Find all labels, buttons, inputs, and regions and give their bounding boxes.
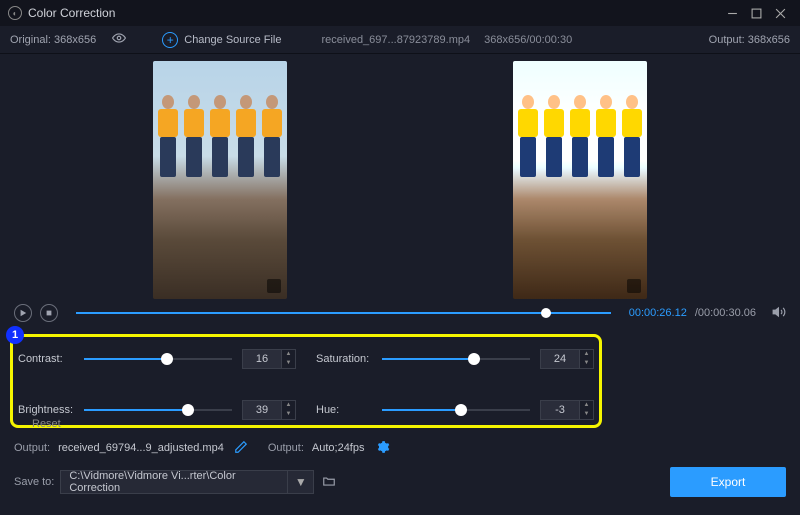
minimize-button[interactable] [720, 1, 744, 25]
preview-area [0, 54, 800, 300]
open-folder-icon[interactable] [322, 474, 336, 491]
app-logo-icon: ◐ [8, 6, 22, 20]
output-settings-value: Auto;24fps [312, 442, 365, 454]
maximize-button[interactable] [744, 1, 768, 25]
original-video-preview [153, 61, 287, 299]
hue-label: Hue: [316, 404, 382, 416]
save-to-label: Save to: [14, 476, 54, 488]
brightness-slider[interactable] [84, 409, 232, 411]
output-settings-label: Output: [268, 442, 304, 454]
hue-row: Hue: -3 ▲▼ [316, 391, 594, 428]
volume-icon[interactable] [772, 305, 786, 322]
output-file-label: Output: [14, 442, 50, 454]
title-bar: ◐ Color Correction [0, 0, 800, 26]
play-button[interactable] [14, 304, 32, 322]
hue-value[interactable]: -3 [540, 400, 580, 420]
saturation-slider[interactable] [382, 358, 530, 360]
saturation-value[interactable]: 24 [540, 349, 580, 369]
compare-toggle-icon[interactable] [112, 31, 126, 48]
step-badge: 1 [6, 326, 24, 344]
brightness-stepper[interactable]: ▲▼ [282, 400, 296, 420]
output-file-row: Output: received_69794...9_adjusted.mp4 … [0, 434, 800, 462]
contrast-label: Contrast: [18, 353, 84, 365]
brightness-label: Brightness: [18, 404, 84, 416]
saturation-label: Saturation: [316, 353, 382, 365]
info-bar: Original: 368x656 + Change Source File r… [0, 26, 800, 54]
contrast-slider[interactable] [84, 358, 232, 360]
settings-gear-icon[interactable] [376, 440, 390, 457]
contrast-stepper[interactable]: ▲▼ [282, 349, 296, 369]
output-filename: received_69794...9_adjusted.mp4 [58, 442, 224, 454]
color-correction-panel: 1 Contrast: 16 ▲▼ Saturation: 24 ▲▼ Brig… [10, 330, 790, 428]
timeline-slider[interactable] [76, 312, 611, 314]
output-dim-label: Output: 368x656 [709, 34, 790, 46]
source-filename: received_697...87923789.mp4 [321, 34, 470, 46]
hue-slider[interactable] [382, 409, 530, 411]
saturation-stepper[interactable]: ▲▼ [580, 349, 594, 369]
window-title: Color Correction [28, 6, 720, 20]
saturation-row: Saturation: 24 ▲▼ [316, 340, 594, 377]
export-button[interactable]: Export [670, 467, 786, 497]
contrast-value[interactable]: 16 [242, 349, 282, 369]
time-current: 00:00:26.12 [629, 307, 687, 319]
edit-filename-icon[interactable] [234, 440, 248, 457]
timeline-thumb[interactable] [541, 308, 551, 318]
source-meta: 368x656/00:00:30 [484, 34, 572, 46]
change-source-button[interactable]: + Change Source File [162, 32, 281, 48]
playback-bar: 00:00:26.12/00:00:30.06 [0, 300, 800, 326]
output-video-preview [513, 61, 647, 299]
save-row: Save to: C:\Vidmore\Vidmore Vi...rter\Co… [0, 462, 800, 502]
original-label: Original: 368x656 [10, 34, 96, 46]
plus-icon: + [162, 32, 178, 48]
save-path-field[interactable]: C:\Vidmore\Vidmore Vi...rter\Color Corre… [60, 470, 288, 494]
reset-button[interactable]: Reset [32, 418, 61, 430]
save-path-dropdown[interactable]: ▼ [288, 470, 314, 494]
hue-stepper[interactable]: ▲▼ [580, 400, 594, 420]
contrast-row: Contrast: 16 ▲▼ [18, 340, 296, 377]
stop-button[interactable] [40, 304, 58, 322]
time-total: /00:00:30.06 [695, 307, 756, 319]
close-button[interactable] [768, 1, 792, 25]
change-source-label: Change Source File [184, 34, 281, 46]
brightness-value[interactable]: 39 [242, 400, 282, 420]
